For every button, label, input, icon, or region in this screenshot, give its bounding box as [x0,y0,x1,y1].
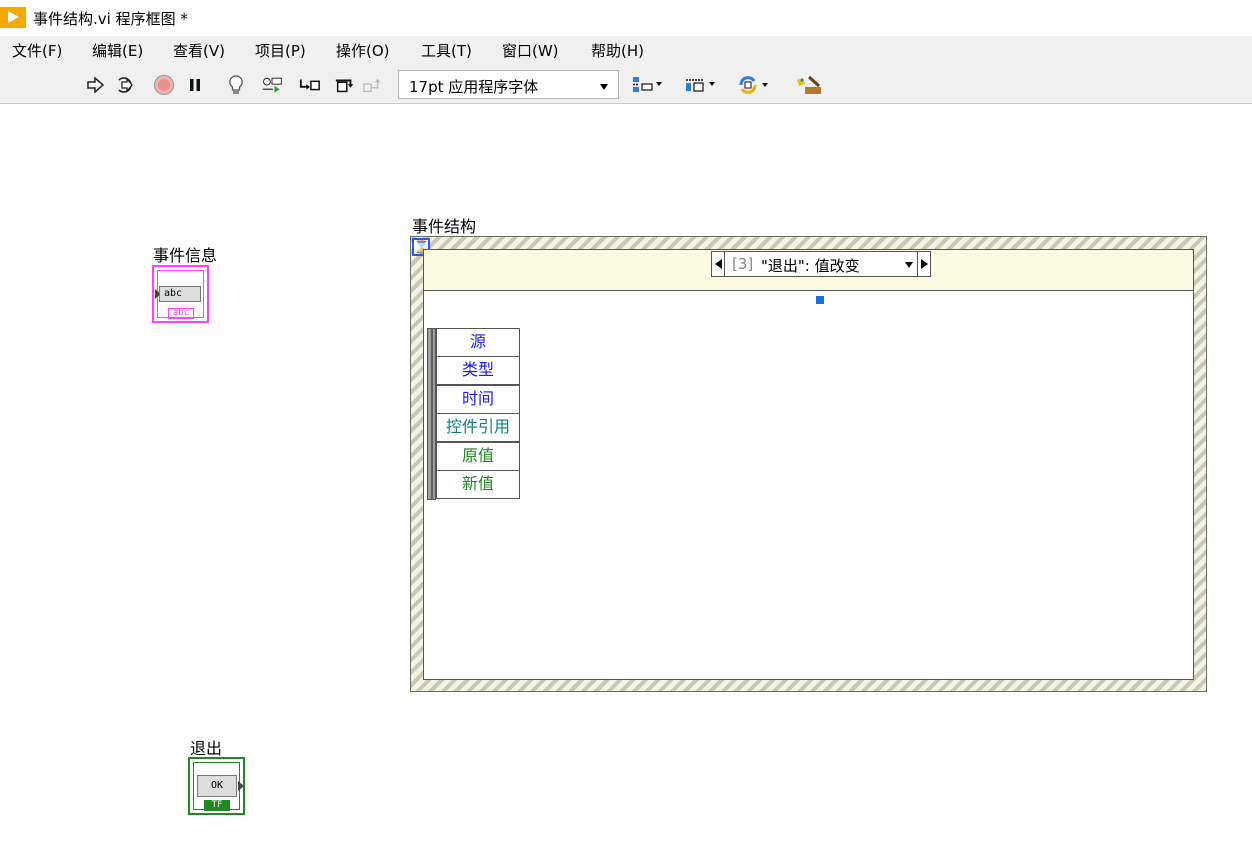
ok-button-glyph: OK [197,775,237,797]
boolean-type-tag: TF [204,800,230,811]
step-into-icon[interactable] [299,74,321,96]
chevron-down-icon [600,84,608,90]
title-bar: 事件结构.vi 程序框图 * [0,0,1252,36]
menu-bar: 文件(F) 编辑(E) 查看(V) 项目(P) 操作(O) 工具(T) 窗口(W… [0,36,1252,65]
run-continuously-icon[interactable] [114,74,136,96]
string-field: abc [159,286,201,302]
menu-view[interactable]: 查看(V) [173,40,225,61]
event-data-ctlref[interactable]: 控件引用 [436,413,520,442]
menu-operate[interactable]: 操作(O) [336,40,390,61]
event-data-time[interactable]: 时间 [436,385,520,414]
event-data-node[interactable]: 源 类型 时间 控件引用 原值 新值 [427,328,520,500]
toolbar: 17pt 应用程序字体 [0,65,1252,104]
step-over-icon[interactable] [334,74,356,96]
menu-help[interactable]: 帮助(H) [591,40,644,61]
highlight-execution-icon[interactable] [225,74,247,96]
case-dropdown-icon[interactable] [905,262,913,268]
step-out-icon[interactable] [362,74,384,96]
labview-app-icon [0,7,26,28]
align-objects-icon[interactable] [630,74,666,96]
case-index: [3] [732,255,754,273]
string-type-tag: abc [168,308,194,319]
reorder-icon[interactable] [737,74,773,96]
event-data-type[interactable]: 类型 [436,356,520,385]
exit-label: 退出 [190,739,223,758]
event-data-new-value[interactable]: 新值 [436,470,520,499]
menu-window[interactable]: 窗口(W) [502,40,559,61]
font-select-dropdown[interactable]: 17pt 应用程序字体 [398,70,619,99]
case-name: "退出": 值改变 [761,257,860,275]
next-case-button[interactable] [917,252,930,276]
event-info-label: 事件信息 [153,246,218,265]
font-select-value: 17pt 应用程序字体 [409,78,539,96]
event-case-selector[interactable]: [3] "退出": 值改变 [711,251,931,277]
run-arrow-icon[interactable] [84,74,106,96]
distribute-objects-icon[interactable] [683,74,719,96]
abort-icon[interactable] [153,74,175,96]
retain-wire-values-icon[interactable] [261,74,283,96]
menu-tools[interactable]: 工具(T) [421,40,472,61]
exit-boolean-control[interactable]: OK TF [188,757,245,815]
event-info-string-indicator[interactable]: abc abc [152,265,209,323]
event-data-source[interactable]: 源 [436,328,520,357]
event-case-header: [3] "退出": 值改变 [424,250,1193,304]
event-case-frame[interactable]: [3] "退出": 值改变 源 类型 时间 控件引用 原值 新值 [423,249,1194,680]
menu-edit[interactable]: 编辑(E) [92,40,143,61]
previous-case-button[interactable] [712,252,725,276]
event-structure-label: 事件结构 [412,217,477,236]
pause-icon[interactable] [184,74,206,96]
output-arrow-icon [238,781,244,791]
event-data-node-handle[interactable] [427,328,436,500]
menu-project[interactable]: 项目(P) [255,40,306,61]
menu-file[interactable]: 文件(F) [12,40,62,61]
window-title: 事件结构.vi 程序框图 * [33,10,188,28]
event-structure[interactable]: ⌛ [3] "退出": 值改变 源 类型 时间 控件引用 原值 新值 [410,236,1207,692]
cleanup-diagram-icon[interactable] [795,74,825,96]
dynamic-event-terminal[interactable] [816,296,824,304]
event-data-old-value[interactable]: 原值 [436,442,520,471]
